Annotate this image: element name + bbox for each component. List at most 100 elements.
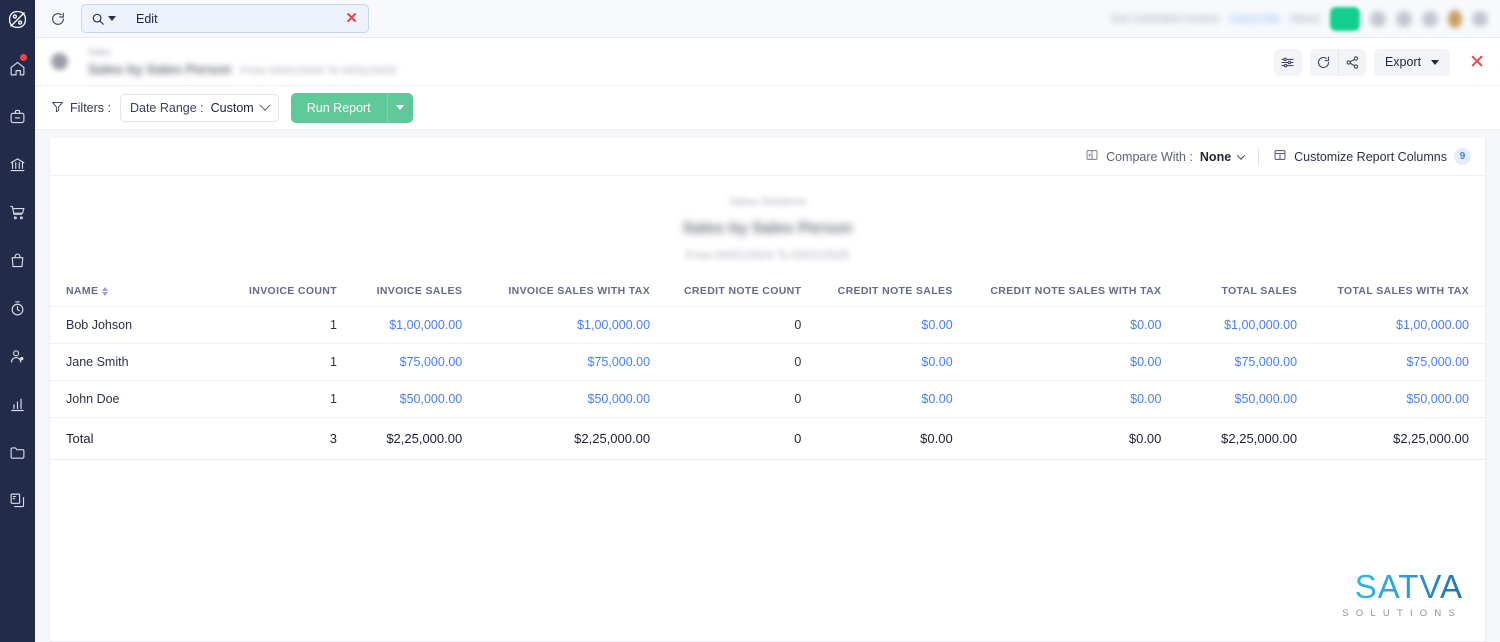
- cell-total-total-sales: $2,25,000.00: [1161, 417, 1298, 460]
- table-row[interactable]: Bob Johson 1 $1,00,000.00 $1,00,000.00 0…: [50, 306, 1485, 344]
- compare-with-label: Compare With :: [1106, 149, 1193, 164]
- cell-total-sales-with-tax[interactable]: $50,000.00: [1297, 380, 1485, 418]
- column-header-invoice-sales-with-tax[interactable]: INVOICE SALES WITH TAX: [462, 276, 651, 307]
- search-scope-caret-icon[interactable]: [108, 16, 116, 21]
- report-stage: Compare With : None Customize Report Col…: [35, 130, 1500, 642]
- column-header-name[interactable]: NAME: [50, 276, 228, 307]
- sidebar-item-templates[interactable]: [0, 476, 35, 524]
- sidebar-item-contacts[interactable]: [0, 332, 35, 380]
- cell-invoice-sales[interactable]: $75,000.00: [336, 343, 463, 381]
- column-header-credit-note-count[interactable]: CREDIT NOTE COUNT: [650, 276, 802, 307]
- content-area: Edit ✕ Get Unlimited Invoice Subscribe A…: [35, 0, 1500, 642]
- sidebar-item-reports[interactable]: [0, 380, 35, 428]
- breadcrumb: Sales: [88, 46, 111, 57]
- bell-icon[interactable]: [1422, 11, 1438, 27]
- cell-total-invoice-count: 3: [227, 417, 337, 460]
- table-row[interactable]: Jane Smith 1 $75,000.00 $75,000.00 0 $0.…: [50, 343, 1485, 381]
- cell-invoice-sales-with-tax[interactable]: $50,000.00: [462, 380, 651, 418]
- share-icon[interactable]: [1337, 48, 1366, 76]
- compare-panels-icon: [1085, 148, 1099, 165]
- cell-total-sales[interactable]: $1,00,000.00: [1161, 306, 1298, 344]
- cell-credit-note-sales[interactable]: $0.00: [801, 380, 953, 418]
- sort-icon[interactable]: [102, 286, 109, 296]
- report-toolbar: Compare With : None Customize Report Col…: [50, 138, 1485, 176]
- cell-invoice-sales-with-tax[interactable]: $1,00,000.00: [462, 306, 651, 344]
- customize-report-columns-button[interactable]: Customize Report Columns 9: [1259, 148, 1471, 165]
- sidebar-item-time-tracking[interactable]: [0, 284, 35, 332]
- table-header-row: NAME INVOICE COUNT INVOICE SALES INVOICE…: [50, 276, 1485, 307]
- home-notification-badge: [20, 54, 27, 61]
- cell-credit-note-sales-with-tax[interactable]: $0.00: [952, 343, 1162, 381]
- search-input[interactable]: Edit ✕: [81, 4, 369, 33]
- customize-report-columns-label: Customize Report Columns: [1294, 149, 1447, 164]
- cell-total-sales-with-tax[interactable]: $75,000.00: [1297, 343, 1485, 381]
- page-header-actions: Export ✕: [1273, 38, 1488, 86]
- clear-x-icon[interactable]: ✕: [343, 11, 360, 26]
- column-header-invoice-sales[interactable]: INVOICE SALES: [336, 276, 463, 307]
- report-table: NAME INVOICE COUNT INVOICE SALES INVOICE…: [50, 276, 1485, 460]
- sidebar-item-purchases[interactable]: [0, 236, 35, 284]
- cell-total-invoice-sales-with-tax: $2,25,000.00: [462, 417, 651, 460]
- filters-label-group: Filters :: [51, 100, 111, 116]
- date-range-label: Date Range :: [129, 100, 204, 115]
- app-root: Edit ✕ Get Unlimited Invoice Subscribe A…: [0, 0, 1500, 642]
- cell-total-sales-with-tax[interactable]: $1,00,000.00: [1297, 306, 1485, 344]
- date-range-filter[interactable]: Date Range : Custom: [119, 93, 279, 122]
- brand-b-logo-icon[interactable]: [0, 0, 35, 38]
- run-report-dropdown-button[interactable]: [386, 92, 413, 123]
- help-icon[interactable]: [1396, 11, 1412, 27]
- sidebar-item-briefcase[interactable]: [0, 92, 35, 140]
- close-icon[interactable]: ✕: [1466, 53, 1488, 72]
- cell-invoice-count: 1: [227, 306, 337, 344]
- column-header-name-label: NAME: [66, 285, 99, 297]
- page-header-avatar: [51, 53, 68, 70]
- compare-with-control[interactable]: Compare With : None: [1085, 148, 1258, 165]
- search-value: Edit: [136, 11, 158, 26]
- column-header-credit-note-sales[interactable]: CREDIT NOTE SALES: [801, 276, 953, 307]
- chevron-down-icon: [259, 99, 271, 111]
- cell-credit-note-sales[interactable]: $0.00: [801, 343, 953, 381]
- cell-invoice-sales[interactable]: $50,000.00: [336, 380, 463, 418]
- sidebar-item-documents[interactable]: [0, 428, 35, 476]
- column-header-total-sales[interactable]: TOTAL SALES: [1161, 276, 1298, 307]
- cell-invoice-sales-with-tax[interactable]: $75,000.00: [462, 343, 651, 381]
- sidebar-item-home[interactable]: [0, 44, 35, 92]
- cell-credit-note-count: 0: [650, 380, 802, 418]
- topbar-right-group: Get Unlimited Invoice Subscribe About: [1111, 0, 1488, 38]
- sidebar-item-banking[interactable]: [0, 140, 35, 188]
- cell-total-sales[interactable]: $75,000.00: [1161, 343, 1298, 381]
- report-name: Sales by Sales Person: [682, 220, 853, 237]
- page-header: Sales Sales by Sales Person From 04/01/2…: [35, 38, 1500, 86]
- subscribe-link[interactable]: Subscribe: [1230, 13, 1281, 25]
- apps-icon[interactable]: [1472, 11, 1488, 27]
- sidebar-item-sales[interactable]: [0, 188, 35, 236]
- cell-credit-note-sales[interactable]: $0.00: [801, 306, 953, 344]
- cell-credit-note-sales-with-tax[interactable]: $0.00: [952, 306, 1162, 344]
- refresh-icon[interactable]: [1309, 48, 1338, 76]
- cell-name: John Doe: [50, 380, 228, 418]
- cell-credit-note-sales-with-tax[interactable]: $0.00: [952, 380, 1162, 418]
- main-sidebar: [0, 0, 35, 642]
- column-header-total-sales-with-tax[interactable]: TOTAL SALES WITH TAX: [1297, 276, 1485, 307]
- column-header-credit-note-sales-with-tax[interactable]: CREDIT NOTE SALES WITH TAX: [952, 276, 1162, 307]
- table-row[interactable]: John Doe 1 $50,000.00 $50,000.00 0 $0.00…: [50, 380, 1485, 418]
- chevron-down-icon: [396, 105, 405, 110]
- sliders-icon[interactable]: [1273, 48, 1302, 76]
- export-button[interactable]: Export: [1373, 48, 1451, 76]
- satva-subtitle: SOLUTIONS: [1342, 608, 1462, 619]
- report-card: Compare With : None Customize Report Col…: [49, 138, 1486, 642]
- columns-layout-icon: [1273, 148, 1287, 165]
- run-report-button[interactable]: Run Report: [290, 92, 387, 123]
- avatar[interactable]: [1448, 10, 1462, 28]
- cell-invoice-count: 1: [227, 343, 337, 381]
- table-total-row: Total 3 $2,25,000.00 $2,25,000.00 0 $0.0…: [50, 417, 1485, 460]
- column-header-invoice-count[interactable]: INVOICE COUNT: [227, 276, 337, 307]
- add-new-button[interactable]: [1330, 7, 1360, 31]
- cell-invoice-sales[interactable]: $1,00,000.00: [336, 306, 463, 344]
- global-topbar: Edit ✕ Get Unlimited Invoice Subscribe A…: [35, 0, 1500, 38]
- cell-total-sales[interactable]: $50,000.00: [1161, 380, 1298, 418]
- search-icon[interactable]: [1370, 11, 1386, 27]
- refresh-icon[interactable]: [45, 6, 71, 32]
- about-link[interactable]: About: [1290, 13, 1320, 25]
- cell-name: Jane Smith: [50, 343, 228, 381]
